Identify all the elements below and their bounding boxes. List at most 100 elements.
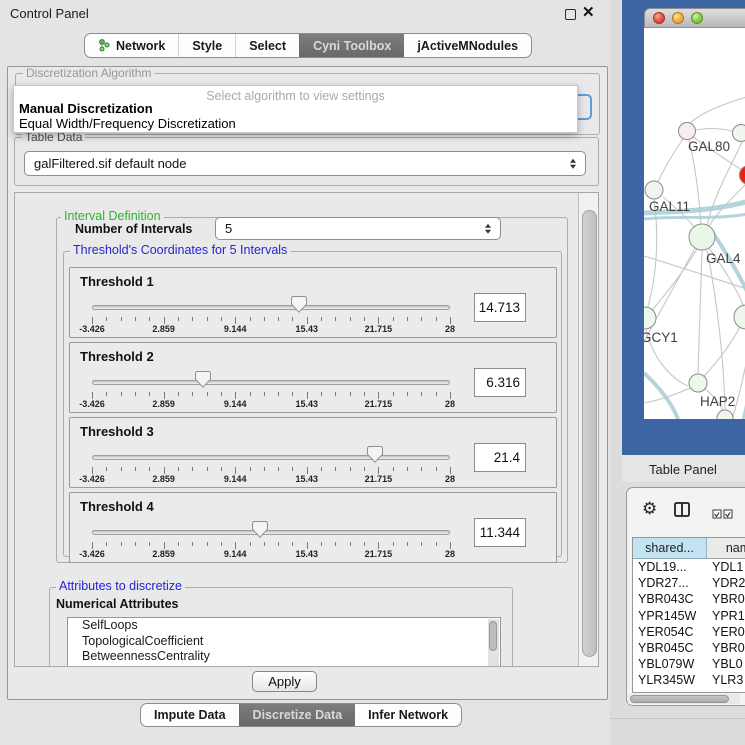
algorithm-option[interactable]: Equal Width/Frequency Discretization: [14, 116, 577, 131]
column-header[interactable]: name: [707, 538, 745, 559]
minimize-traffic-light-icon[interactable]: [672, 12, 684, 24]
algorithm-dropdown-hint: Select algorithm to view settings: [14, 86, 577, 101]
table-horizontal-scrollbar[interactable]: [628, 694, 740, 704]
table-row[interactable]: YBR045CYBR0: [633, 640, 745, 656]
svg-text:HAP2: HAP2: [700, 394, 735, 409]
network-node[interactable]: [717, 410, 733, 419]
columns-icon[interactable]: [674, 502, 691, 522]
table-row[interactable]: YBR043CYBR0: [633, 591, 745, 607]
network-node-gcy1[interactable]: [644, 307, 656, 329]
gear-icon[interactable]: ⚙: [642, 500, 657, 517]
table-data-combobox[interactable]: galFiltered.sif default node: [24, 151, 586, 176]
zoom-traffic-light-icon[interactable]: [691, 12, 703, 24]
threshold-label: Threshold 2: [80, 349, 154, 364]
network-node-gal80[interactable]: [679, 123, 696, 140]
network-graph-icon: [98, 39, 110, 52]
threshold-box: Threshold 2 -3.4262.8599.14415.4321.7152…: [69, 342, 557, 413]
tab-network[interactable]: Network: [85, 34, 178, 57]
numerical-attributes-label: Numerical Attributes: [56, 597, 178, 611]
tab-cyni-toolbox[interactable]: Cyni Toolbox: [299, 34, 404, 57]
bottom-tab-bar: Impute DataDiscretize DataInfer Network: [140, 703, 462, 727]
table-panel-title: Table Panel: [649, 462, 717, 477]
tab-style[interactable]: Style: [178, 34, 235, 57]
bottom-tab-discretize-data[interactable]: Discretize Data: [239, 704, 356, 726]
column-header[interactable]: shared...: [633, 538, 707, 559]
right-region: GAL80GACGAL11GAL4GCY1HHAP2 Table Panel ⚙…: [610, 0, 745, 745]
table-header-row[interactable]: shared...name: [633, 538, 745, 559]
close-traffic-light-icon[interactable]: [653, 12, 665, 24]
top-tab-bar: NetworkStyleSelectCyni ToolboxjActiveMNo…: [84, 33, 532, 58]
svg-text:GAL80: GAL80: [688, 139, 730, 154]
threshold-value-field[interactable]: 6.316: [474, 368, 526, 397]
threshold-value-field[interactable]: 11.344: [474, 518, 526, 547]
network-view-frame: GAL80GACGAL11GAL4GCY1HHAP2: [622, 0, 745, 455]
table-panel-header: Table Panel: [622, 455, 745, 482]
threshold-slider-track[interactable]: [92, 530, 450, 535]
attribute-item[interactable]: TopologicalCoefficient: [68, 634, 500, 650]
attribute-item[interactable]: BetweennessCentrality: [68, 649, 500, 665]
threshold-axis-labels: -3.4262.8599.14415.4321.71528: [92, 324, 450, 335]
threshold-value-field[interactable]: 14.713: [474, 293, 526, 322]
network-node-h[interactable]: [734, 305, 745, 329]
threshold-slider-thumb[interactable]: [252, 521, 268, 538]
table-row[interactable]: YIL052CYIL0: [633, 689, 745, 693]
threshold-box: Threshold 1 -3.4262.8599.14415.4321.7152…: [69, 267, 557, 338]
threshold-box: Threshold 3 -3.4262.8599.14415.4321.7152…: [69, 417, 557, 488]
apply-button[interactable]: Apply: [252, 671, 317, 692]
bottom-tab-infer-network[interactable]: Infer Network: [355, 704, 461, 726]
network-node-gal4[interactable]: [689, 224, 715, 250]
table-scrollbar-thumb[interactable]: [630, 695, 729, 703]
panel-scrollbar-thumb[interactable]: [582, 210, 597, 657]
checkboxes-icon[interactable]: [712, 506, 734, 524]
svg-text:GAL11: GAL11: [649, 199, 690, 214]
network-node-ga[interactable]: [733, 125, 745, 142]
bottom-tab-impute-data[interactable]: Impute Data: [141, 704, 239, 726]
thresholds-group-label: Threshold's Coordinates for 5 Intervals: [70, 244, 290, 257]
table-row[interactable]: YLR345WYLR3: [633, 672, 745, 688]
spinner-arrows-icon: [485, 223, 491, 234]
table-rows[interactable]: YDL19...YDL1YDR27...YDR2YBR043CYBR0YPR14…: [633, 559, 745, 692]
network-window-titlebar[interactable]: [644, 8, 745, 28]
attributes-group-label: Attributes to discretize: [56, 580, 185, 593]
threshold-slider-thumb[interactable]: [291, 296, 307, 313]
threshold-slider-track[interactable]: [92, 380, 450, 385]
algorithm-option[interactable]: Manual Discretization: [14, 101, 577, 116]
control-panel-window: Control Panel ✕ NetworkStyleSelectCyni T…: [0, 0, 610, 745]
node-attribute-table[interactable]: shared...name YDL19...YDL1YDR27...YDR2YB…: [632, 537, 745, 693]
table-row[interactable]: YER054CYER0: [633, 624, 745, 640]
table-row[interactable]: YBL079WYBL0: [633, 656, 745, 672]
attribute-item[interactable]: SelfLoops: [68, 618, 500, 634]
threshold-label: Threshold 1: [80, 274, 154, 289]
number-of-intervals-spinner[interactable]: 5: [215, 217, 501, 240]
threshold-box: Threshold 4 -3.4262.8599.14415.4321.7152…: [69, 492, 557, 563]
threshold-slider-thumb[interactable]: [367, 446, 383, 463]
table-row[interactable]: YDR27...YDR2: [633, 575, 745, 591]
table-data-combobox-value: galFiltered.sif default node: [34, 156, 186, 171]
network-node-c[interactable]: [740, 166, 745, 185]
table-row[interactable]: YPR145WYPR1: [633, 608, 745, 624]
divider: [610, 718, 745, 719]
threshold-slider-thumb[interactable]: [195, 371, 211, 388]
network-node-hap2[interactable]: [689, 374, 707, 392]
threshold-label: Threshold 3: [80, 424, 154, 439]
threshold-slider-track[interactable]: [92, 455, 450, 460]
attributes-scrollbar[interactable]: [488, 619, 499, 666]
table-row[interactable]: YDL19...YDL1: [633, 559, 745, 575]
svg-text:GAL4: GAL4: [706, 251, 741, 266]
tab-select[interactable]: Select: [235, 34, 299, 57]
threshold-axis-labels: -3.4262.8599.14415.4321.71528: [92, 399, 450, 410]
network-node-gal11[interactable]: [645, 181, 663, 199]
discretization-algorithm-group-label: Discretization Algorithm: [23, 67, 154, 80]
close-icon[interactable]: ✕: [582, 3, 595, 21]
number-of-intervals-value: 5: [225, 221, 232, 236]
threshold-axis-labels: -3.4262.8599.14415.4321.71528: [92, 474, 450, 485]
combobox-arrows-icon: [570, 158, 576, 169]
network-canvas[interactable]: GAL80GACGAL11GAL4GCY1HHAP2: [644, 28, 745, 419]
settings-scroll-pane: Interval Definition Number of Intervals …: [14, 192, 599, 667]
float-window-icon[interactable]: [565, 9, 576, 20]
threshold-slider-track[interactable]: [92, 305, 450, 310]
panel-scrollbar[interactable]: [578, 193, 599, 667]
threshold-value-field[interactable]: 21.4: [474, 443, 526, 472]
numerical-attributes-list[interactable]: SelfLoopsTopologicalCoefficientBetweenne…: [67, 617, 501, 667]
tab-jactivemnodules[interactable]: jActiveMNodules: [404, 34, 531, 57]
